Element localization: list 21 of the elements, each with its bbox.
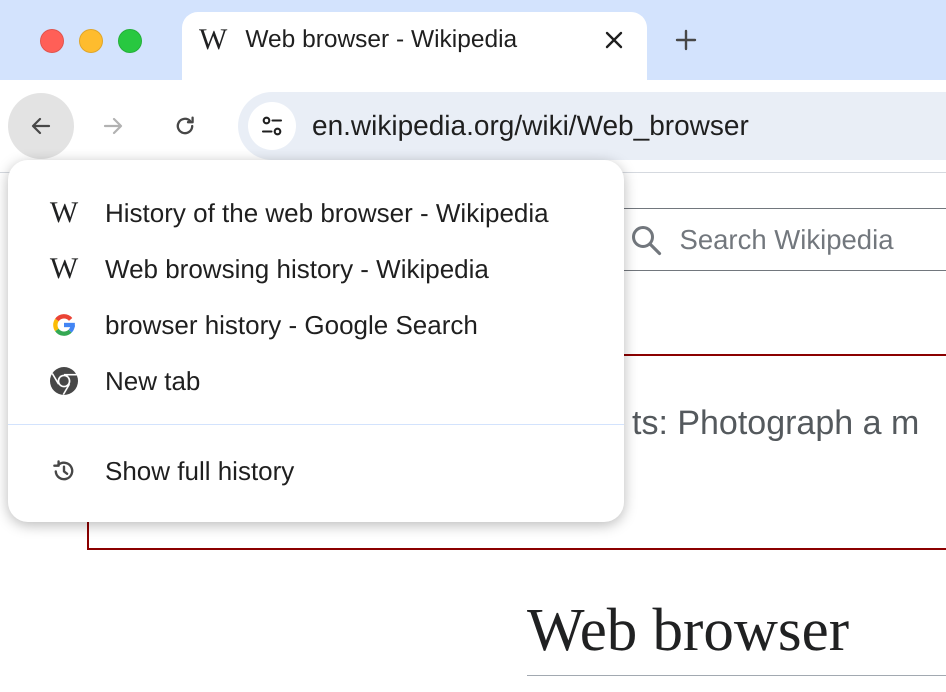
close-icon[interactable]	[604, 30, 624, 50]
minimize-window-icon[interactable]	[79, 29, 103, 53]
url-text: en.wikipedia.org/wiki/Web_browser	[312, 110, 749, 142]
browser-logo-icon	[50, 367, 78, 395]
favicon-icon: W	[199, 25, 228, 55]
address-bar[interactable]: en.wikipedia.org/wiki/Web_browser	[238, 92, 946, 160]
menu-item[interactable]: New tab	[8, 353, 624, 409]
search-icon	[630, 224, 662, 256]
favicon-icon: W	[50, 254, 78, 284]
page-heading: Web browser	[527, 596, 850, 666]
close-window-icon[interactable]	[40, 29, 64, 53]
menu-item[interactable]: browser history - Google Search	[8, 297, 624, 353]
sliders-icon	[260, 114, 284, 138]
g-logo-icon	[51, 312, 77, 338]
browser-tab[interactable]: W Web browser - Wikipedia	[182, 12, 647, 80]
banner-text: ts: Photograph a m	[632, 404, 920, 442]
plus-icon[interactable]	[675, 29, 697, 51]
favicon-icon: W	[50, 198, 78, 228]
zoom-window-icon[interactable]	[118, 29, 142, 53]
site-info-button[interactable]	[248, 102, 296, 150]
show-full-history-item[interactable]: Show full history	[8, 443, 624, 499]
